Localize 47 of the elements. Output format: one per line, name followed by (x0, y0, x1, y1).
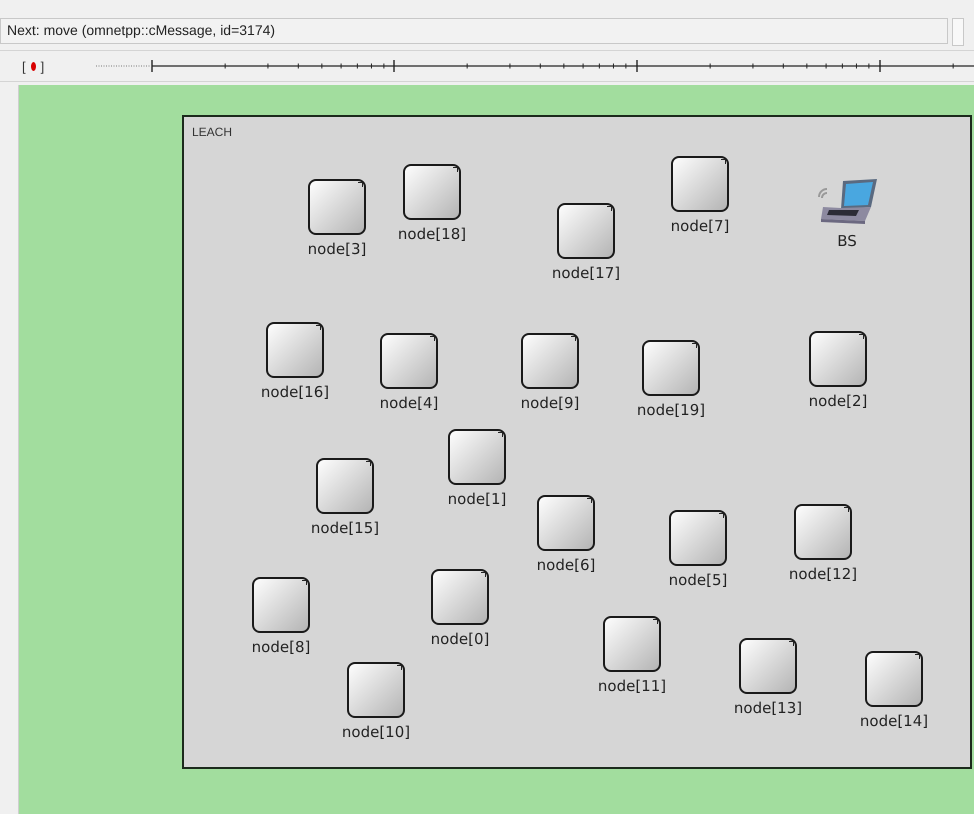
node-label: node[17] (552, 264, 620, 282)
node-icon[interactable] (865, 651, 923, 707)
node-icon[interactable] (431, 569, 489, 625)
laptop-icon[interactable] (815, 177, 879, 227)
node-icon[interactable] (521, 333, 579, 389)
node-label: node[13] (734, 699, 802, 717)
node-icon[interactable] (403, 164, 461, 220)
node-label: node[16] (260, 383, 330, 401)
node-icon[interactable] (308, 179, 366, 235)
node-label: node[2] (808, 392, 868, 410)
node-icon[interactable] (347, 662, 405, 718)
node-icon[interactable] (669, 510, 727, 566)
node-icon[interactable] (266, 322, 324, 378)
bracket-text: ] (40, 58, 44, 74)
node-label: node[0] (430, 630, 490, 648)
node-label: node[4] (380, 394, 438, 412)
node-label: node[7] (670, 217, 730, 235)
status-bar: Next: move (omnetpp::cMessage, id=3174) (0, 18, 948, 44)
network-title: LEACH (192, 125, 232, 139)
node-label: node[8] (252, 638, 310, 656)
node-icon[interactable] (380, 333, 438, 389)
node-label: node[6] (536, 556, 596, 574)
node-icon[interactable] (642, 340, 700, 396)
node-label: node[5] (668, 571, 728, 589)
node-label: node[9] (520, 394, 580, 412)
node-label: node[3] (308, 240, 366, 258)
node-label: node[12] (788, 565, 858, 583)
node-icon[interactable] (448, 429, 506, 485)
node-label: node[1] (448, 490, 506, 508)
node-label: BS (837, 232, 857, 250)
node-label: node[15] (310, 519, 380, 537)
run-marker-icon (30, 62, 36, 70)
node-icon[interactable] (316, 458, 374, 514)
node-icon[interactable] (537, 495, 595, 551)
node-label: node[19] (636, 401, 706, 419)
node-icon[interactable] (809, 331, 867, 387)
node-label: node[11] (598, 677, 666, 695)
node-label: node[18] (398, 225, 466, 243)
node-icon[interactable] (671, 156, 729, 212)
bracket-text: [ (22, 58, 26, 74)
node-label: node[14] (860, 712, 928, 730)
node-icon[interactable] (794, 504, 852, 560)
node-icon[interactable] (603, 616, 661, 672)
node-icon[interactable] (739, 638, 797, 694)
node-icon[interactable] (557, 203, 615, 259)
node-icon[interactable] (252, 577, 310, 633)
node-label: node[10] (342, 723, 410, 741)
